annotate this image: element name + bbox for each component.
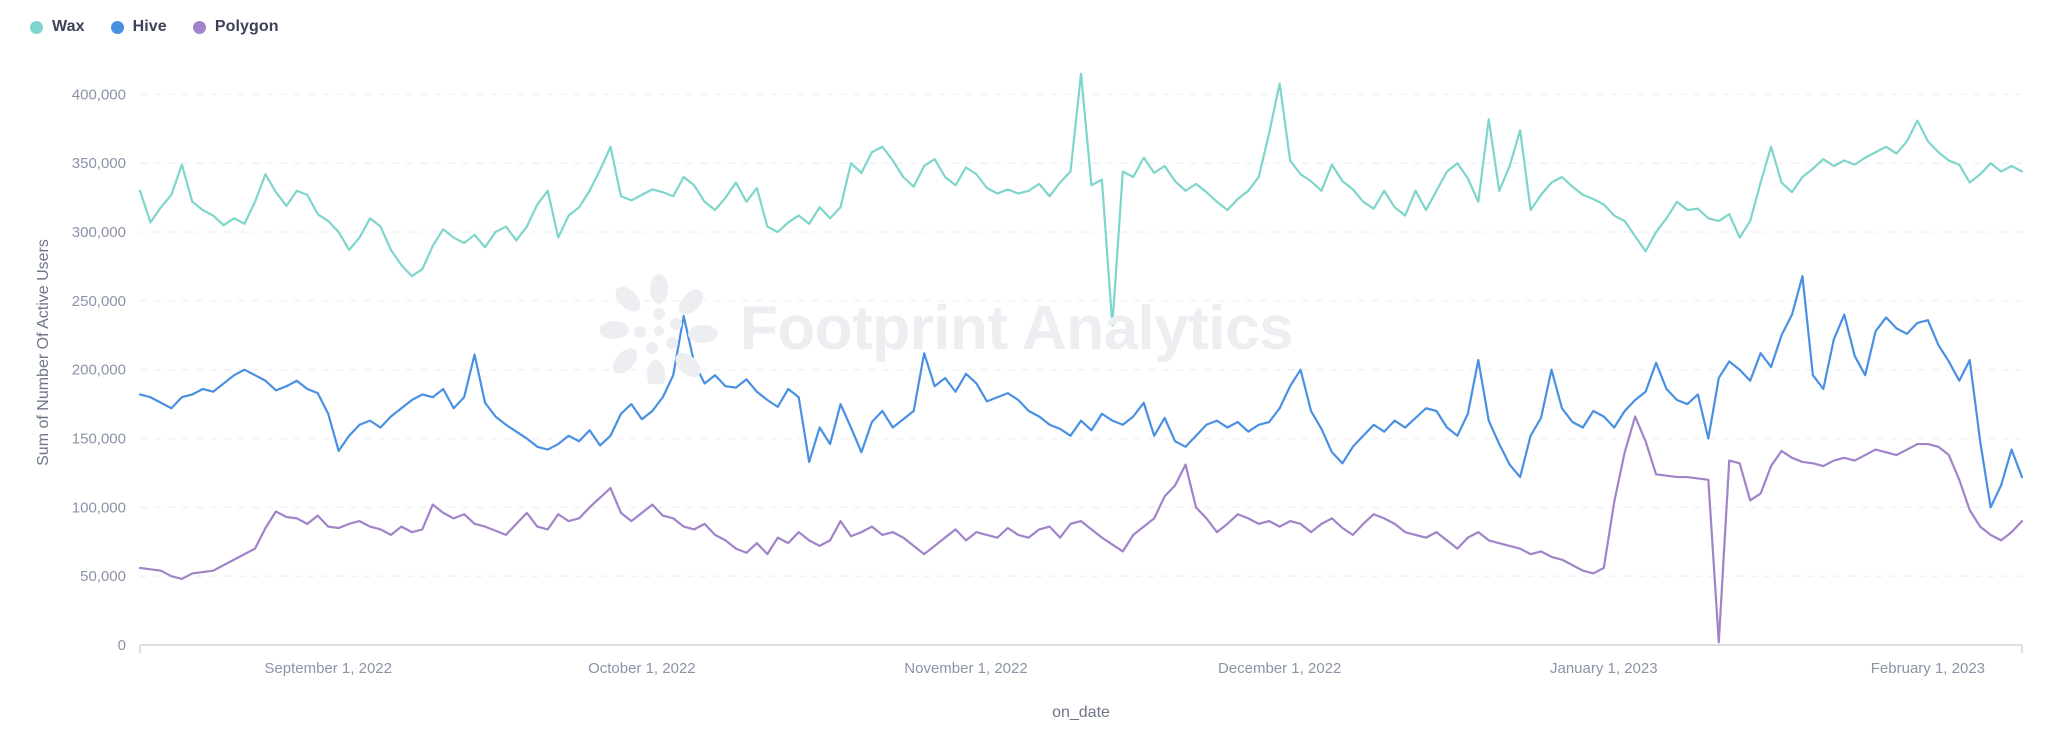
gridlines <box>140 93 2022 577</box>
x-axis-tick-labels: September 1, 2022 October 1, 2022 November… <box>264 660 1985 677</box>
legend-label-wax: Wax <box>52 18 85 35</box>
x-axis-tick-label: February 1, 2023 <box>1871 660 1985 677</box>
legend-item-hive[interactable]: Hive <box>110 18 167 36</box>
legend-dot-icon <box>110 20 124 34</box>
data-series-group <box>138 72 2024 644</box>
x-axis-title: on_date <box>1052 704 1110 721</box>
y-axis-tick-label: 0 <box>118 637 126 654</box>
legend-label-polygon: Polygon <box>214 18 279 35</box>
y-axis-tick-label: 350,000 <box>72 155 126 172</box>
y-axis-tick-label: 50,000 <box>80 568 126 585</box>
series-line-hive[interactable] <box>138 275 2024 509</box>
legend-item-polygon[interactable]: Polygon <box>192 18 279 36</box>
y-axis-tick-label: 200,000 <box>72 362 126 379</box>
y-axis-tick-label: 150,000 <box>72 431 126 448</box>
chart-container: Wax Hive Polygon Footprint Analytics 0 5… <box>0 0 2048 735</box>
series-line-wax[interactable] <box>138 72 2024 327</box>
x-axis-tick-label: January 1, 2023 <box>1550 660 1658 677</box>
axis-lines <box>139 644 2023 653</box>
plot-area: 0 50,000 100,000 150,000 200,000 250,000 300,0… <box>0 0 2048 735</box>
chart-legend: Wax Hive Polygon <box>30 14 279 40</box>
y-axis-tick-label: 100,000 <box>72 499 126 516</box>
x-axis-tick-label: September 1, 2022 <box>264 660 392 677</box>
y-axis-tick-labels: 0 50,000 100,000 150,000 200,000 250,000 300,0… <box>72 86 126 654</box>
x-axis-tick-label: November 1, 2022 <box>904 660 1027 677</box>
legend-item-wax[interactable]: Wax <box>30 18 85 36</box>
x-axis-tick-label: December 1, 2022 <box>1218 660 1341 677</box>
y-axis-tick-label: 300,000 <box>72 224 126 241</box>
y-axis-tick-label: 400,000 <box>72 86 126 103</box>
legend-label-hive: Hive <box>132 18 167 35</box>
legend-dot-icon <box>192 20 206 34</box>
y-axis-tick-label: 250,000 <box>72 293 126 310</box>
series-line-polygon[interactable] <box>138 415 2024 644</box>
y-axis-title: Sum of Number Of Active Users <box>35 239 52 466</box>
legend-dot-icon <box>30 20 43 34</box>
x-axis-tick-label: October 1, 2022 <box>588 660 696 677</box>
